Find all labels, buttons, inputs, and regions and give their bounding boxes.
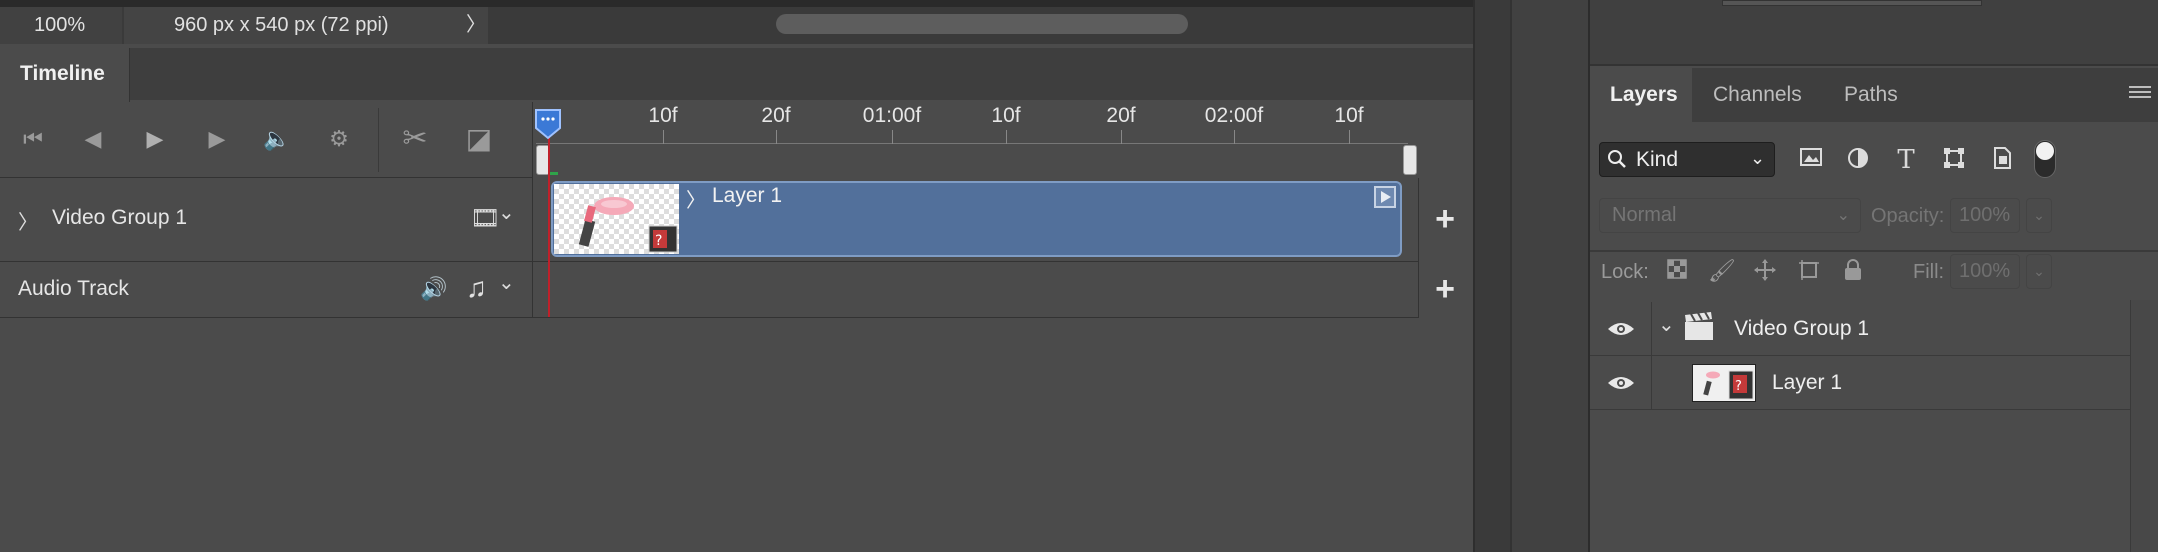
ruler-tick	[1121, 130, 1122, 144]
tab-layers[interactable]: Layers	[1590, 68, 1692, 122]
visibility-column	[1590, 302, 1652, 356]
layers-scrollbar[interactable]	[2130, 300, 2158, 552]
lock-position-move-icon[interactable]	[1752, 258, 1778, 284]
ruler-tick-label: 01:00f	[862, 104, 922, 127]
go-to-first-frame-icon[interactable]: ⏮	[18, 124, 48, 154]
lipstick-image-icon: ?	[578, 197, 678, 253]
music-note-icon[interactable]: ♫	[466, 272, 487, 304]
filter-pixel-layers-icon[interactable]	[1797, 146, 1825, 174]
filter-shape-layers-icon[interactable]	[1940, 146, 1968, 174]
split-at-playhead-icon[interactable]: ✂	[400, 124, 430, 154]
video-group-expand-icon[interactable]: 〉	[18, 206, 38, 235]
svg-text:?: ?	[655, 233, 662, 249]
audio-track-lane[interactable]	[532, 262, 1418, 318]
chevron-down-icon: ⌄	[1836, 207, 1850, 224]
lock-label: Lock:	[1601, 261, 1649, 283]
tab-timeline[interactable]: Timeline	[0, 48, 130, 102]
ruler-tick-label: 10f	[991, 104, 1021, 127]
filter-smart-objects-icon[interactable]	[1988, 146, 2016, 174]
clip-play-icon[interactable]	[1374, 186, 1396, 208]
speaker-icon[interactable]: 🔊	[420, 276, 447, 302]
layer-name-video-group[interactable]: Video Group 1	[1734, 317, 1869, 341]
visibility-column	[1590, 356, 1652, 410]
layer-name-layer-1[interactable]: Layer 1	[1772, 371, 1842, 395]
ruler-tick-label: 10f	[1334, 104, 1364, 127]
filter-toggle[interactable]	[2034, 140, 2056, 178]
ruler-tick	[776, 130, 777, 144]
layer-1-thumbnail: ?	[1692, 364, 1756, 402]
clip-thumbnail: ?	[554, 184, 679, 254]
work-area-bar[interactable]	[536, 145, 1412, 177]
controls-divider	[378, 108, 379, 172]
panel-divider[interactable]	[1473, 0, 1510, 552]
add-media-button[interactable]: +	[1425, 200, 1465, 240]
transition-icon[interactable]: ◪	[464, 124, 494, 154]
tab-paths[interactable]: Paths	[1844, 68, 1898, 122]
svg-text:?: ?	[1735, 379, 1742, 394]
track-header-audio: Audio Track 🔊 ♫ ⌄	[0, 262, 532, 318]
panel-gutter	[1510, 0, 1590, 552]
opacity-dropdown[interactable]: ⌄	[2026, 198, 2052, 233]
track-header-video-group: 〉 Video Group 1 🎞 ⌄	[0, 178, 532, 262]
ruler-tick	[663, 130, 664, 144]
chevron-down-icon[interactable]: ⌄	[498, 200, 515, 225]
add-audio-button[interactable]: +	[1425, 270, 1465, 310]
fill-dropdown[interactable]: ⌄	[2026, 254, 2052, 289]
filter-adjustment-layers-icon[interactable]	[1844, 146, 1872, 174]
chevron-down-icon: ⌄	[1750, 148, 1766, 168]
blend-mode-select[interactable]: Normal ⌄	[1599, 198, 1861, 233]
track-label-audio: Audio Track	[18, 277, 129, 300]
audio-mute-icon[interactable]: 🔈	[262, 124, 292, 154]
ruler-tick	[892, 130, 893, 144]
lock-transparent-pixels-icon[interactable]	[1664, 258, 1690, 284]
video-group-clapper-icon	[1683, 311, 1715, 347]
eye-visibility-icon[interactable]	[1607, 374, 1635, 392]
opacity-label: Opacity:	[1871, 205, 1945, 227]
clip-expand-icon[interactable]: 〉	[686, 184, 706, 213]
ruler-tick-label: 02:00f	[1204, 104, 1264, 127]
group-expand-chevron-icon[interactable]: ⌄	[1658, 312, 1675, 337]
fill-label: Fill:	[1913, 261, 1945, 283]
upper-panel-area	[1590, 0, 2158, 66]
film-strip-icon[interactable]: 🎞	[470, 204, 500, 233]
playhead-handle[interactable]	[534, 108, 562, 140]
tab-channels[interactable]: Channels	[1713, 68, 1802, 122]
fill-field[interactable]: 100%	[1950, 254, 2020, 289]
ruler-tick	[1006, 130, 1007, 144]
ruler-baseline	[536, 143, 1408, 144]
upper-panel-field	[1722, 0, 1982, 6]
layer-row-layer-1[interactable]	[1590, 356, 2130, 410]
document-info: 960 px x 540 px (72 ppi)	[124, 7, 488, 44]
zoom-level[interactable]: 100%	[0, 7, 122, 44]
track-label-video-group: Video Group 1	[52, 206, 188, 229]
lock-row-divider	[1590, 250, 2158, 252]
previous-frame-icon[interactable]: ◀	[78, 124, 108, 154]
lock-artboard-icon[interactable]	[1796, 258, 1822, 284]
doc-info-menu-arrow[interactable]: 〉	[466, 7, 486, 44]
settings-gear-icon[interactable]: ⚙	[324, 124, 354, 154]
play-icon[interactable]: ▶	[140, 124, 170, 154]
layers-panel-menu-icon[interactable]	[2129, 86, 2151, 102]
next-frame-icon[interactable]: ▶	[202, 124, 232, 154]
clip-label: Layer 1	[712, 184, 783, 207]
playhead-line	[548, 132, 550, 317]
search-icon	[1606, 148, 1628, 175]
ruler-tick-label: 10f	[648, 104, 678, 127]
work-area-end-handle[interactable]	[1403, 145, 1417, 175]
ruler-tick	[1349, 130, 1350, 144]
filter-type-layers-icon[interactable]: T	[1892, 146, 1920, 174]
eye-visibility-icon[interactable]	[1607, 320, 1635, 338]
horizontal-scrollbar[interactable]	[776, 14, 1188, 34]
lock-all-icon[interactable]	[1840, 258, 1866, 284]
timeline-tab-bar	[0, 48, 1473, 100]
filter-kind-label: Kind	[1636, 148, 1679, 171]
ruler-tick	[1234, 130, 1235, 144]
ruler-tick-label: 20f	[1106, 104, 1136, 127]
ruler-tick-label: 20f	[761, 104, 791, 127]
opacity-field[interactable]: 100%	[1950, 198, 2020, 233]
blend-mode-value: Normal	[1612, 204, 1677, 226]
chevron-down-icon[interactable]: ⌄	[498, 270, 515, 295]
lock-image-pixels-brush-icon[interactable]: 🖌	[1708, 258, 1736, 284]
work-area-indicator	[550, 172, 558, 175]
